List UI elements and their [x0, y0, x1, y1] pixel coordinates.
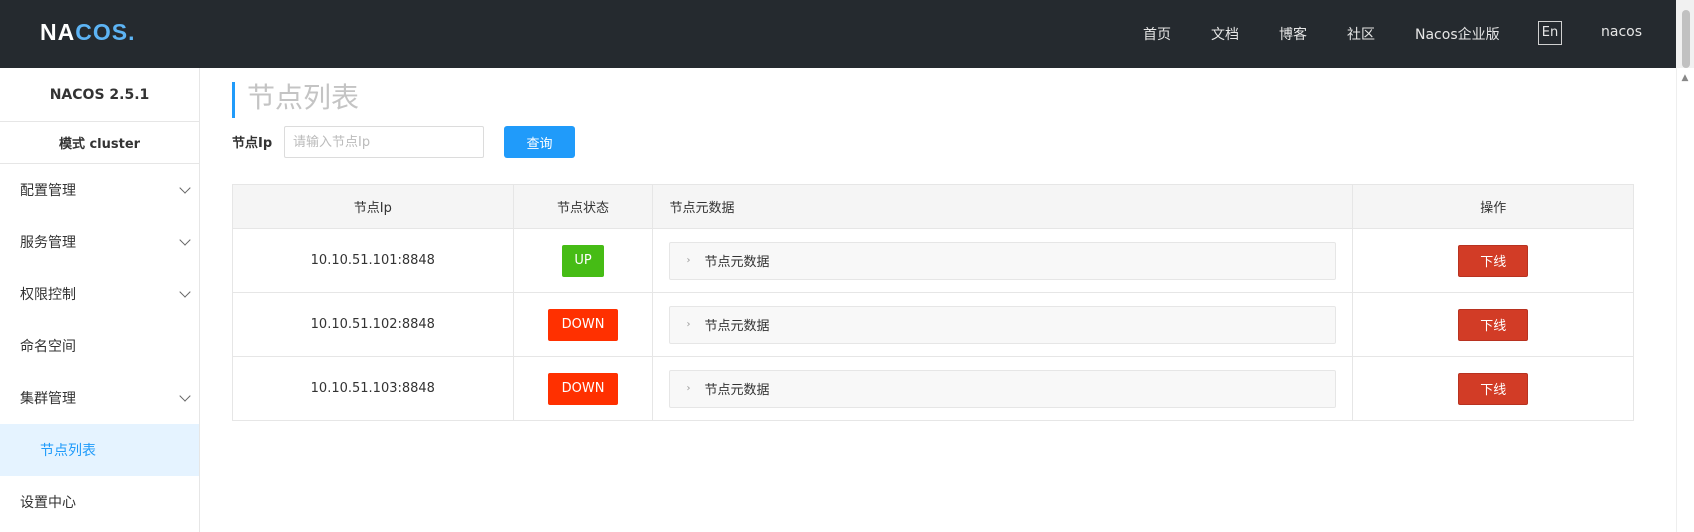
table-header-row: 节点Ip 节点状态 节点元数据 操作 — [232, 184, 1634, 229]
sidebar-item-cluster-management[interactable]: 集群管理 — [0, 372, 199, 424]
node-ip-search-input[interactable] — [284, 126, 484, 158]
nav-home[interactable]: 首页 — [1143, 24, 1171, 44]
node-metadata-cell: › 节点元数据 — [652, 292, 1354, 357]
metadata-label: 节点元数据 — [704, 255, 770, 270]
logo-dot: . — [128, 18, 136, 45]
sidebar-item-label: 服务管理 — [20, 235, 76, 251]
column-header-actions: 操作 — [1352, 184, 1634, 229]
scroll-up-arrow-icon[interactable]: ▲ — [1680, 73, 1690, 83]
sidebar-item-settings-center[interactable]: 设置中心 — [0, 476, 199, 528]
sidebar-item-config-management[interactable]: 配置管理 — [0, 164, 199, 216]
table-row: 10.10.51.101:8848 UP › 节点元数据 下线 — [232, 228, 1634, 293]
node-state-cell: DOWN — [512, 356, 654, 421]
scrollbar-thumb[interactable] — [1682, 10, 1690, 68]
version-label: NACOS 2.5.1 — [0, 68, 199, 122]
sidebar-item-label: 设置中心 — [20, 495, 76, 511]
sidebar: NACOS 2.5.1 模式 cluster 配置管理 服务管理 权限控制 命名… — [0, 68, 200, 532]
table-row: 10.10.51.102:8848 DOWN › 节点元数据 下线 — [232, 292, 1634, 357]
top-navbar: NA COS. 首页 文档 博客 社区 Nacos企业版 En nacos — [0, 0, 1694, 68]
sidebar-item-namespace[interactable]: 命名空间 — [0, 320, 199, 372]
node-ip-cell: 10.10.51.101:8848 — [232, 228, 514, 293]
chevron-down-icon — [179, 182, 191, 194]
offline-button[interactable]: 下线 — [1458, 308, 1529, 341]
sidebar-item-service-management[interactable]: 服务管理 — [0, 216, 199, 268]
chevron-down-icon — [179, 286, 191, 298]
sidebar-item-node-list[interactable]: 节点列表 — [0, 424, 199, 476]
query-button[interactable]: 查询 — [504, 126, 575, 158]
actions-cell: 下线 — [1352, 292, 1634, 357]
chevron-right-icon: › — [686, 383, 691, 394]
sidebar-item-label: 节点列表 — [40, 443, 96, 459]
node-state-cell: UP — [512, 228, 654, 293]
node-table: 节点Ip 节点状态 节点元数据 操作 10.10.51.101:8848 UP … — [232, 184, 1634, 421]
sidebar-item-label: 配置管理 — [20, 183, 76, 199]
nacos-logo[interactable]: NA COS. — [40, 18, 135, 46]
node-state-cell: DOWN — [512, 292, 654, 357]
metadata-collapse[interactable]: › 节点元数据 — [669, 305, 1337, 344]
sidebar-item-access-control[interactable]: 权限控制 — [0, 268, 199, 320]
column-header-node-metadata: 节点元数据 — [652, 184, 1354, 229]
status-badge: UP — [562, 244, 604, 277]
sidebar-item-label: 权限控制 — [20, 287, 76, 303]
nav-blog[interactable]: 博客 — [1279, 24, 1307, 44]
language-switch[interactable]: En — [1538, 21, 1562, 45]
table-row: 10.10.51.103:8848 DOWN › 节点元数据 下线 — [232, 356, 1634, 421]
metadata-collapse[interactable]: › 节点元数据 — [669, 369, 1337, 408]
status-badge: DOWN — [547, 308, 619, 341]
logo-text-mid: COS — [75, 18, 129, 45]
logo-text-left: NA — [40, 18, 76, 45]
offline-button[interactable]: 下线 — [1458, 372, 1529, 405]
node-metadata-cell: › 节点元数据 — [652, 356, 1354, 421]
column-header-node-state: 节点状态 — [512, 184, 654, 229]
chevron-right-icon: › — [686, 255, 691, 266]
chevron-down-icon — [179, 390, 191, 402]
actions-cell: 下线 — [1352, 228, 1634, 293]
offline-button[interactable]: 下线 — [1458, 244, 1529, 277]
sidebar-item-label: 命名空间 — [20, 339, 76, 355]
status-badge: DOWN — [547, 372, 619, 405]
node-ip-cell: 10.10.51.102:8848 — [232, 292, 514, 357]
metadata-collapse[interactable]: › 节点元数据 — [669, 241, 1337, 280]
user-menu[interactable]: nacos — [1601, 24, 1642, 40]
metadata-label: 节点元数据 — [704, 319, 770, 334]
mode-label: 模式 cluster — [0, 122, 199, 164]
actions-cell: 下线 — [1352, 356, 1634, 421]
column-header-node-ip: 节点Ip — [232, 184, 514, 229]
node-metadata-cell: › 节点元数据 — [652, 228, 1354, 293]
page-title: 节点列表 — [232, 82, 359, 118]
nav-enterprise[interactable]: Nacos企业版 — [1415, 24, 1500, 44]
metadata-label: 节点元数据 — [704, 383, 770, 398]
node-ip-filter-label: 节点Ip — [232, 136, 273, 151]
nav-docs[interactable]: 文档 — [1211, 24, 1239, 44]
nav-community[interactable]: 社区 — [1347, 24, 1375, 44]
chevron-down-icon — [179, 234, 191, 246]
node-ip-cell: 10.10.51.103:8848 — [232, 356, 514, 421]
sidebar-item-label: 集群管理 — [20, 391, 76, 407]
chevron-right-icon: › — [686, 319, 691, 330]
